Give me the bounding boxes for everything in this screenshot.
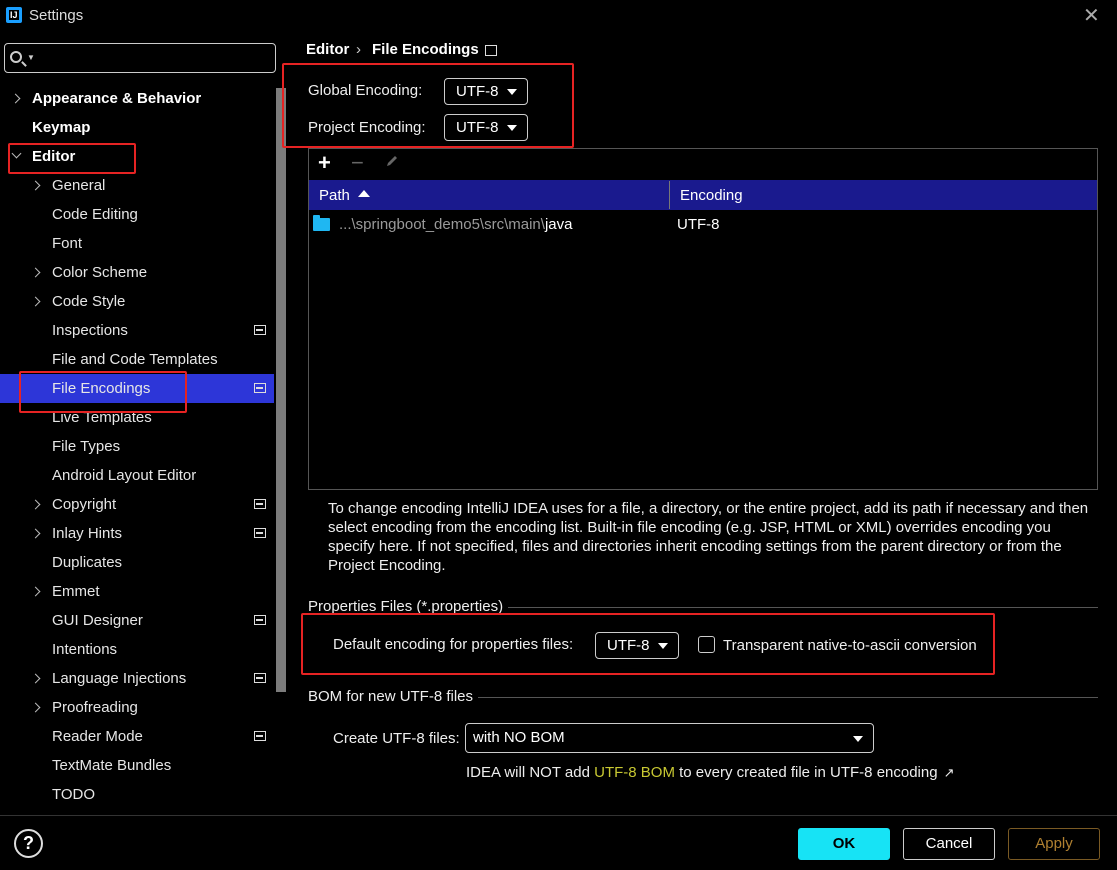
sidebar-item-gui-designer[interactable]: GUI Designer [0, 606, 274, 635]
window-title: Settings [29, 7, 84, 24]
sidebar-item-intentions[interactable]: Intentions [0, 635, 274, 664]
chevron-right-icon[interactable] [30, 673, 41, 684]
highlight-box-editor [8, 143, 136, 174]
edit-icon[interactable] [385, 154, 399, 168]
sidebar-item-general[interactable]: General [0, 171, 274, 200]
encoding-description: To change encoding IntelliJ IDEA uses fo… [328, 500, 1089, 574]
sidebar-item-font[interactable]: Font [0, 229, 274, 258]
search-input[interactable] [4, 43, 276, 73]
chevron-right-icon[interactable] [30, 296, 41, 307]
external-link-icon[interactable]: ↗ [944, 765, 955, 781]
dropdown-arrow-icon [853, 736, 863, 742]
sidebar-item-appearance-behavior[interactable]: Appearance & Behavior [0, 84, 274, 113]
help-icon[interactable]: ? [14, 829, 43, 858]
breadcrumb-editor[interactable]: Editor [306, 41, 349, 58]
project-settings-icon [254, 528, 266, 538]
sidebar-item-copyright[interactable]: Copyright [0, 490, 274, 519]
sidebar-item-color-scheme[interactable]: Color Scheme [0, 258, 274, 287]
chevron-right-icon[interactable] [30, 267, 41, 278]
highlight-box-encodings [282, 63, 574, 148]
sidebar-item-todo[interactable]: TODO [0, 780, 274, 809]
sidebar-item-textmate-bundles[interactable]: TextMate Bundles [0, 751, 274, 780]
close-icon[interactable]: ✕ [1083, 3, 1100, 28]
project-settings-icon [254, 673, 266, 683]
group-divider [508, 607, 1098, 608]
sidebar-item-duplicates[interactable]: Duplicates [0, 548, 274, 577]
sidebar-item-inlay-hints[interactable]: Inlay Hints [0, 519, 274, 548]
app-icon: IJ [6, 7, 22, 23]
project-settings-icon [485, 45, 497, 56]
remove-icon[interactable]: − [351, 150, 364, 176]
project-settings-icon [254, 731, 266, 741]
sidebar-item-file-types[interactable]: File Types [0, 432, 274, 461]
project-settings-icon [254, 383, 266, 393]
group-divider [478, 697, 1098, 698]
search-icon[interactable] [10, 51, 22, 63]
sidebar-item-reader-mode[interactable]: Reader Mode [0, 722, 274, 751]
sidebar-item-code-style[interactable]: Code Style [0, 287, 274, 316]
sidebar-item-emmet[interactable]: Emmet [0, 577, 274, 606]
add-icon[interactable]: + [318, 150, 331, 176]
sidebar-item-inspections[interactable]: Inspections [0, 316, 274, 345]
chevron-right-icon[interactable] [30, 702, 41, 713]
sidebar-item-language-injections[interactable]: Language Injections [0, 664, 274, 693]
bom-hint: IDEA will NOT add UTF-8 BOM to every cre… [466, 764, 955, 781]
apply-button[interactable]: Apply [1008, 828, 1100, 860]
project-settings-icon [254, 325, 266, 335]
table-row-path[interactable]: ...\springboot_demo5\src\main\java [339, 216, 572, 233]
chevron-right-icon[interactable] [30, 586, 41, 597]
column-header-encoding[interactable]: Encoding [680, 187, 743, 204]
cancel-button[interactable]: Cancel [903, 828, 995, 860]
bom-group-title: BOM for new UTF-8 files [308, 688, 474, 705]
project-settings-icon [254, 499, 266, 509]
sidebar-item-proofreading[interactable]: Proofreading [0, 693, 274, 722]
highlight-box-properties [301, 613, 995, 675]
column-header-path[interactable]: Path [319, 187, 350, 204]
search-options-icon[interactable]: ▼ [27, 53, 35, 62]
breadcrumb-separator: › [356, 41, 361, 58]
chevron-right-icon[interactable] [30, 528, 41, 539]
project-settings-icon [254, 615, 266, 625]
chevron-right-icon[interactable] [30, 180, 41, 191]
sidebar-item-file-code-templates[interactable]: File and Code Templates [0, 345, 274, 374]
sidebar-item-android-layout-editor[interactable]: Android Layout Editor [0, 461, 274, 490]
sidebar-scrollbar[interactable] [276, 88, 286, 692]
create-utf8-label: Create UTF-8 files: [333, 730, 460, 747]
sidebar-item-code-editing[interactable]: Code Editing [0, 200, 274, 229]
utf8-bom-link[interactable]: UTF-8 BOM [594, 764, 675, 781]
folder-icon [313, 215, 330, 231]
chevron-right-icon[interactable] [30, 499, 41, 510]
footer-divider [0, 815, 1117, 816]
page-title: File Encodings [372, 41, 479, 58]
ok-button[interactable]: OK [798, 828, 890, 860]
sidebar-item-keymap[interactable]: Keymap [0, 113, 274, 142]
bom-select[interactable]: with NO BOM [465, 723, 874, 753]
sort-ascending-icon[interactable] [358, 190, 370, 197]
chevron-right-icon[interactable] [10, 93, 21, 104]
column-divider[interactable] [669, 181, 670, 209]
highlight-box-file-encodings [19, 371, 187, 413]
table-row-encoding[interactable]: UTF-8 [677, 216, 720, 233]
